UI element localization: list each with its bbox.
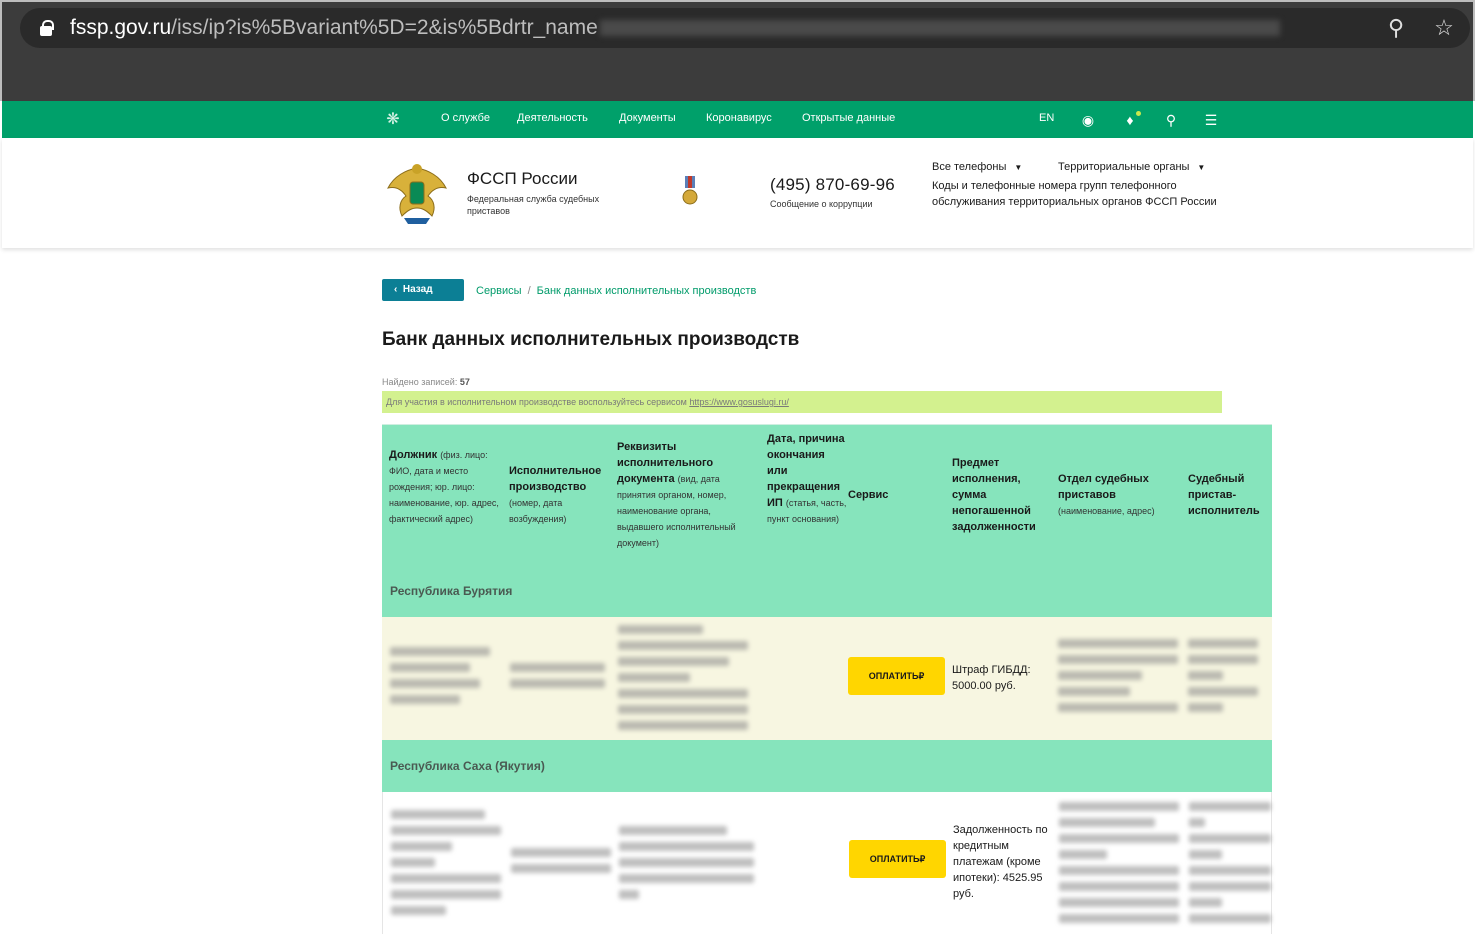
redacted-document — [618, 625, 748, 737]
redacted-document — [619, 826, 754, 906]
enforcement-subject: Задолженность по кредитным платежам (кро… — [953, 824, 1048, 900]
phone-number[interactable]: (495) 870-69-96 — [770, 175, 895, 195]
org-subtitle: Федеральная служба судебных приставов — [467, 194, 600, 216]
lang-switch[interactable]: EN — [1039, 112, 1054, 124]
col-header-subject: Предмет исполнения, сумма непогашенной з… — [952, 457, 1036, 533]
table-row: ОПЛАТИТЬ₽ Штраф ГИБДД: 5000.00 руб. — [382, 617, 1272, 740]
corruption-report-link[interactable]: Сообщение о коррупции — [770, 199, 873, 209]
redacted-bailiff — [1188, 639, 1258, 719]
all-phones-dropdown[interactable]: Все телефоны ▼ — [932, 161, 1022, 173]
gosuslugi-link[interactable]: https://www.gosuslugi.ru/ — [689, 397, 789, 407]
breadcrumb: Сервисы / Банк данных исполнительных произ… — [476, 285, 757, 297]
region-row-yakutia: Республика Саха (Якутия) — [382, 740, 1272, 792]
table-row: ОПЛАТИТЬ₽ Задолженность по кредитным пла… — [382, 792, 1272, 934]
zoom-icon[interactable]: ⚲ — [1384, 16, 1408, 40]
records-found: Найдено записей: 57 — [382, 377, 470, 387]
redacted-debtor — [390, 647, 490, 711]
star-icon[interactable]: ☆ — [1432, 16, 1456, 40]
nav-item-about[interactable]: О службе — [441, 112, 490, 124]
site-header: ФССП России Федеральная служба судебных … — [2, 138, 1473, 248]
pay-button[interactable]: ОПЛАТИТЬ₽ — [848, 657, 945, 695]
browser-chrome: fssp.gov.ru/iss/ip?is%5Bvariant%5D=2&is%… — [0, 0, 1475, 101]
breadcrumb-current[interactable]: Банк данных исполнительных производств — [537, 285, 757, 297]
nav-item-coronavirus[interactable]: Коронавирус — [706, 112, 772, 124]
menu-icon[interactable]: ☰ — [1201, 110, 1221, 130]
col-header-end-date: Дата, причина окончания или прекращения … — [767, 433, 847, 524]
region-row-buryatia: Республика Бурятия — [382, 565, 1272, 617]
nav-item-activity[interactable]: Деятельность — [517, 112, 588, 124]
org-title[interactable]: ФССП России — [467, 169, 577, 189]
pay-button[interactable]: ОПЛАТИТЬ₽ — [849, 840, 946, 878]
col-header-department: Отдел судебных приставов (наименование, … — [1058, 473, 1155, 516]
gosuslugi-notice: Для участия в исполнительном производств… — [382, 391, 1222, 413]
phone-codes-text: Коды и телефонные номера групп телефонно… — [932, 180, 1217, 208]
lock-icon — [40, 20, 54, 36]
redacted-debtor — [391, 810, 501, 922]
col-header-service: Сервис — [848, 489, 889, 501]
redacted-department — [1059, 802, 1179, 930]
col-header-bailiff: Судебный пристав-исполнитель — [1188, 473, 1260, 517]
medal-icon — [682, 176, 698, 205]
col-header-document: Реквизиты исполнительного документа (вид… — [617, 441, 736, 548]
top-nav: ❋ О службе Деятельность Документы Корона… — [2, 101, 1473, 138]
redacted-proceeding — [511, 848, 611, 880]
back-button[interactable]: ‹ Назад — [382, 279, 464, 301]
caret-down-icon: ▼ — [1014, 163, 1023, 172]
redacted-bailiff — [1189, 802, 1271, 930]
territorial-bodies-dropdown[interactable]: Территориальные органы ▼ — [1058, 161, 1205, 173]
accessibility-eye-icon[interactable]: ◉ — [1078, 110, 1098, 130]
breadcrumb-services[interactable]: Сервисы — [476, 285, 522, 297]
nav-item-documents[interactable]: Документы — [619, 112, 676, 124]
col-header-proceeding: Исполнительное производство (номер, дата… — [509, 465, 602, 524]
fssp-emblem-icon[interactable] — [386, 160, 448, 226]
caret-down-icon: ▼ — [1197, 163, 1206, 172]
emblem-icon[interactable]: ❋ — [383, 110, 403, 130]
redacted-department — [1058, 639, 1178, 719]
enforcement-subject: Штраф ГИБДД: 5000.00 руб. — [952, 664, 1031, 692]
page-title: Банк данных исполнительных производств — [382, 329, 800, 350]
notification-dot — [1136, 111, 1141, 116]
search-icon[interactable]: ⚲ — [1161, 110, 1181, 130]
redacted-url-tail — [599, 20, 1280, 37]
address-bar[interactable]: fssp.gov.ru/iss/ip?is%5Bvariant%5D=2&is%… — [20, 8, 1470, 48]
table-header: Должник (физ. лицо: ФИО, дата и место ро… — [382, 424, 1272, 565]
col-header-debtor: Должник (физ. лицо: ФИО, дата и место ро… — [389, 449, 499, 524]
url-text[interactable]: fssp.gov.ru/iss/ip?is%5Bvariant%5D=2&is%… — [70, 16, 1280, 40]
redacted-proceeding — [510, 663, 605, 695]
nav-item-open-data[interactable]: Открытые данные — [802, 112, 895, 124]
